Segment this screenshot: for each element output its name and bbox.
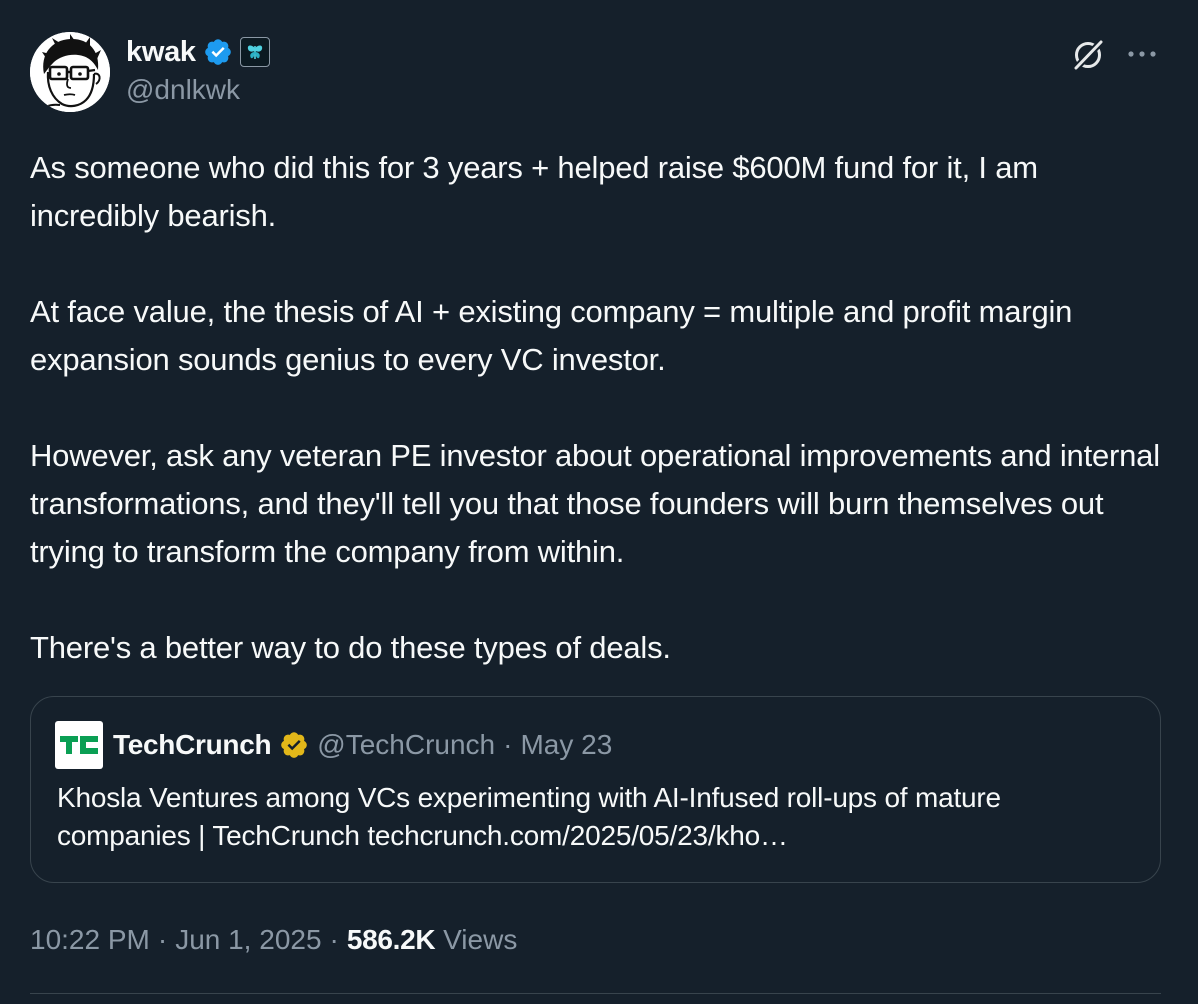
avatar-illustration [30,32,110,112]
quote-date[interactable]: May 23 [520,729,612,761]
tc-logo-glyph [60,736,98,754]
quote-text: Khosla Ventures among VCs experimenting … [57,782,1001,851]
quote-tweet-card[interactable]: TechCrunch @TechCrunch · May 23 Khosla V… [30,696,1161,883]
ellipsis-glyph [1128,51,1156,57]
butterfly-icon [247,45,262,59]
techcrunch-logo-icon[interactable] [55,721,103,769]
tweet-date[interactable]: Jun 1, 2025 [175,924,321,956]
quote-header: TechCrunch @TechCrunch · May 23 [55,721,612,769]
avatar[interactable] [30,32,110,112]
grok-glyph [1073,39,1104,71]
author-row: kwak [126,34,270,70]
tweet: kwak @dnlkwk As someone who did this for… [0,0,1198,1004]
tweet-time[interactable]: 10:22 PM [30,924,150,956]
quote-author-handle[interactable]: @TechCrunch [317,729,495,761]
meta-separator: · [329,924,339,955]
author-name[interactable]: kwak [126,36,196,69]
divider [30,993,1161,994]
tweet-paragraph-1: As someone who did this for 3 years + he… [30,150,1038,233]
verified-badge-icon[interactable] [203,37,233,67]
tweet-paragraph-2: At face value, the thesis of AI + existi… [30,294,1073,377]
views-label: Views [443,924,518,955]
tweet-paragraph-4: There's a better way to do these types o… [30,630,671,665]
tweet-meta: 10:22 PM · Jun 1, 2025 · 586.2K Views [30,918,517,962]
views-count: 586.2K [346,924,436,955]
more-options-icon[interactable] [1122,36,1162,72]
grok-icon[interactable] [1069,36,1107,74]
tweet-paragraph-3: However, ask any veteran PE investor abo… [30,438,1160,569]
quote-separator: · [503,729,513,760]
gold-verified-badge-icon[interactable] [279,730,309,760]
author-handle[interactable]: @dnlkwk [126,74,240,106]
affiliate-badge-icon[interactable] [239,37,270,67]
meta-separator: · [157,924,168,955]
tweet-text: As someone who did this for 3 years + he… [30,144,1170,672]
quote-author-name[interactable]: TechCrunch [113,729,272,761]
